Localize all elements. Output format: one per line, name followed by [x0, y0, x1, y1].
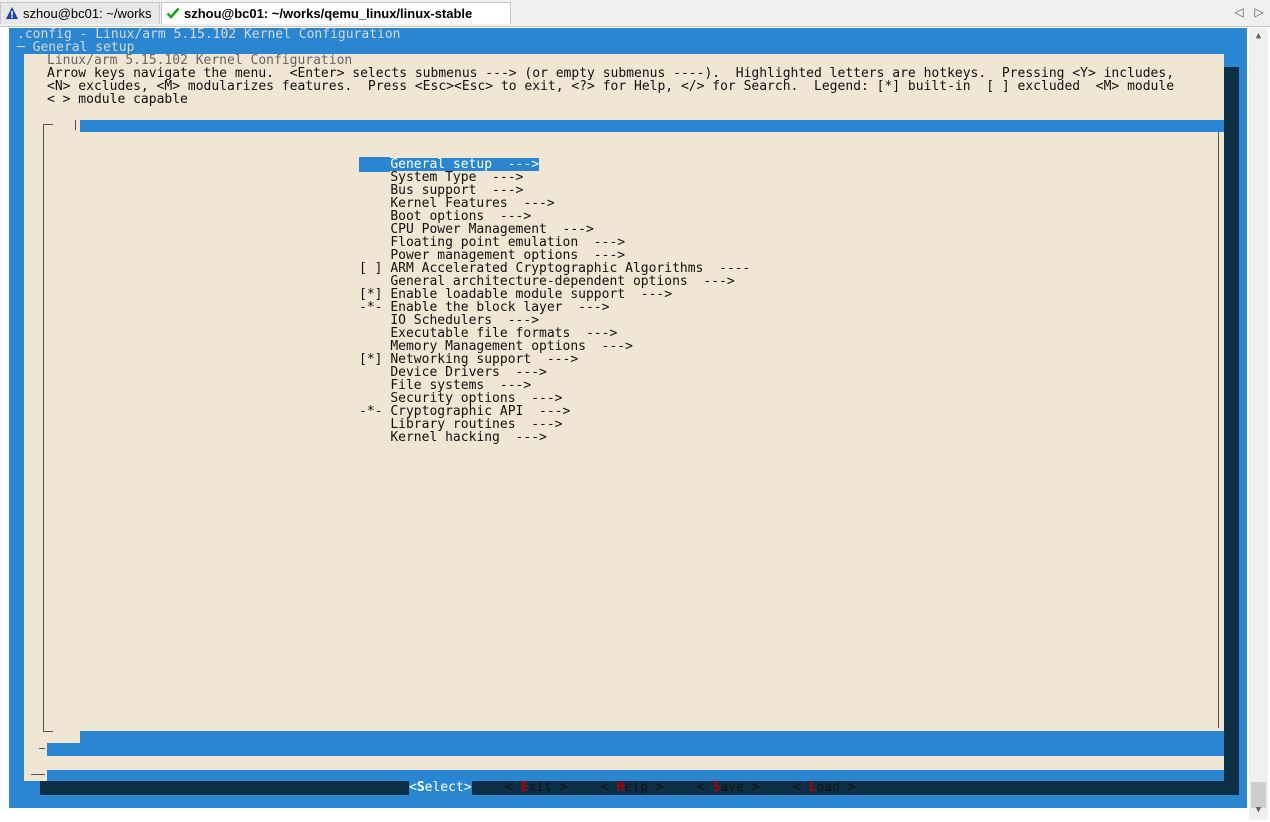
menuconfig-dialog: Linux/arm 5.15.102 Kernel Configuration …: [24, 54, 1224, 795]
button-help[interactable]: < Help >: [601, 781, 664, 795]
button-label: xit: [528, 780, 552, 795]
dialog-frame-bottom: [31, 774, 45, 775]
menu-item[interactable]: Kernel hacking --->: [359, 431, 547, 444]
button-bracket: <: [505, 780, 521, 795]
button-bracket: <: [697, 780, 713, 795]
button-exit[interactable]: < Exit >: [505, 781, 568, 795]
tab-label: szhou@bc01: ~/works/qemu_linux/linux-sta…: [184, 6, 473, 21]
button-label: elp: [624, 780, 648, 795]
tab-works[interactable]: szhou@bc01: ~/works: [0, 2, 160, 24]
terminal-window[interactable]: .config - Linux/arm 5.15.102 Kernel Conf…: [9, 28, 1247, 808]
button-label: oad: [816, 780, 840, 795]
menu-top-bar: [80, 120, 1224, 132]
button-hotkey: S: [416, 780, 425, 795]
button-load[interactable]: < Load >: [793, 781, 856, 795]
menu-frame-left: [43, 124, 44, 732]
help-text-line: <N> excludes, <M> modularizes features. …: [47, 79, 1175, 94]
scroll-up-arrow-icon[interactable]: ▲: [1249, 28, 1268, 44]
green-check-icon: [166, 7, 180, 19]
warning-triangle-icon: [6, 7, 18, 19]
tab-prev-button[interactable]: ◁: [1232, 4, 1246, 20]
scroll-down-arrow-icon[interactable]: ▼: [1249, 802, 1268, 818]
menu-frame-top: [43, 124, 53, 125]
button-bracket: >: [551, 780, 568, 795]
separator-bar: [47, 743, 1224, 756]
button-bracket: >: [743, 780, 760, 795]
tab-next-button[interactable]: ▷: [1252, 4, 1266, 20]
button-select[interactable]: <Select>: [409, 781, 472, 795]
menu-frame-bottom: [43, 731, 53, 732]
button-bracket: >: [647, 780, 664, 795]
help-text-line: < > module capable: [47, 92, 188, 107]
menu-frame-right: [1218, 132, 1219, 728]
button-label: elect: [424, 780, 464, 795]
menu-item-label: Kernel hacking --->: [390, 430, 547, 445]
tab-bar: szhou@bc01: ~/works szhou@bc01: ~/works/…: [0, 0, 1270, 27]
vertical-scrollbar[interactable]: ▲ ▼: [1249, 28, 1268, 820]
dialog-shadow: [1224, 67, 1239, 794]
menu-bottom-bar: [80, 731, 1224, 743]
button-bracket: <: [601, 780, 617, 795]
button-bracket: >: [839, 780, 856, 795]
button-bracket: >: [463, 780, 472, 795]
button-bracket: <: [409, 780, 417, 795]
button-bracket: <: [793, 780, 809, 795]
menu-frame-tick: [75, 120, 76, 130]
button-save[interactable]: < Save >: [697, 781, 760, 795]
button-label: ave: [720, 780, 744, 795]
separator-tick: [39, 748, 45, 749]
menu-item-state: [359, 430, 390, 445]
tab-label: szhou@bc01: ~/works: [23, 6, 152, 21]
tab-linux-stable[interactable]: szhou@bc01: ~/works/qemu_linux/linux-sta…: [161, 2, 511, 24]
